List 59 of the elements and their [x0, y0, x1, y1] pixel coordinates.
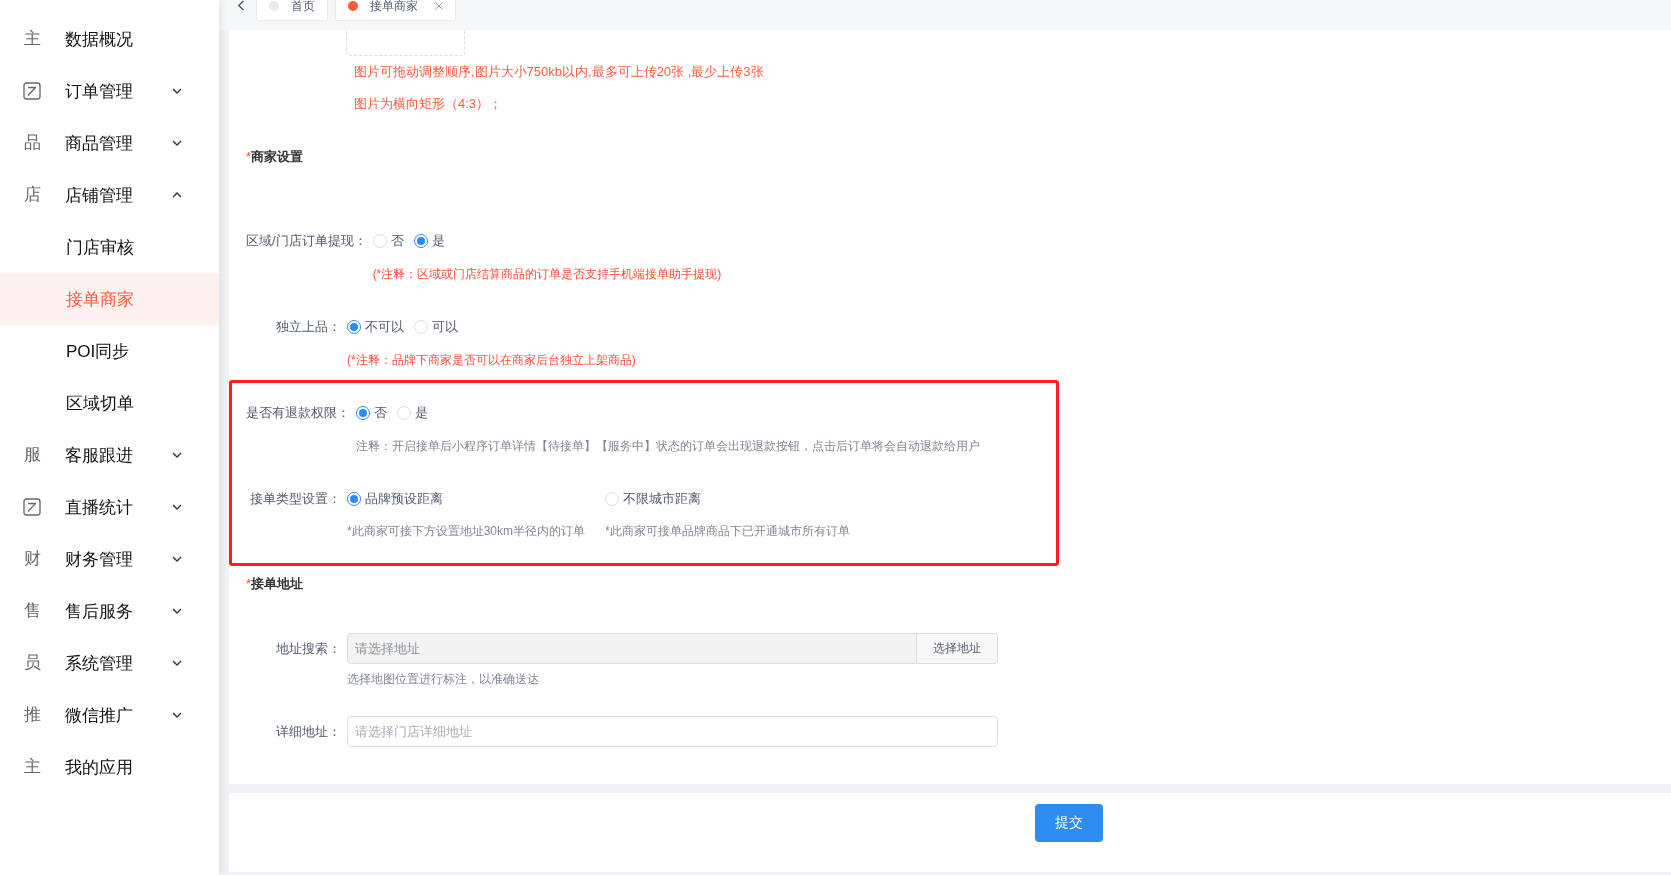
status-dot-icon	[348, 0, 358, 11]
radio-option[interactable]: 否	[372, 232, 404, 250]
field-note: (*注释：区域或门店结算商品的订单是否支持手机端接单助手提现)	[372, 266, 722, 283]
character-icon: 品	[23, 134, 41, 152]
tab[interactable]: 接单商家	[335, 0, 456, 21]
radio-option[interactable]: 是	[397, 404, 428, 422]
field-label: 独立上品：	[275, 318, 341, 336]
field-label: 接单类型设置：	[249, 490, 341, 508]
radio-icon[interactable]	[347, 320, 361, 334]
field-label: 地址搜索：	[275, 640, 341, 658]
upload-hint: 图片可拖动调整顺序,图片大小750kb以内,最多可上传20张 ,最少上传3张	[354, 63, 764, 81]
sidebar-item[interactable]: 财 财务管理	[0, 533, 219, 585]
field-note: (*注释：品牌下商家是否可以在商家后台独立上架商品)	[347, 352, 636, 369]
radio-icon[interactable]	[356, 406, 370, 420]
sidebar-item[interactable]: 员 系统管理	[0, 637, 219, 689]
sidebar-item[interactable]: 主 我的应用	[0, 741, 219, 793]
square-slash-icon	[23, 82, 41, 100]
address-detail-field[interactable]: 请选择门店详细地址	[347, 716, 998, 747]
sidebar-subitem[interactable]: POI同步	[0, 325, 219, 377]
field-label: 是否有退款权限：	[246, 404, 350, 422]
section-title: *接单地址	[246, 575, 304, 593]
radio-option[interactable]: 可以	[414, 318, 458, 336]
sidebar-subitem[interactable]: 区域切单	[0, 377, 219, 429]
sidebar-item[interactable]: 品 商品管理	[0, 117, 219, 169]
sidebar-subitem[interactable]: 门店审核	[0, 221, 219, 273]
sidebar-item[interactable]: 订单管理	[0, 65, 219, 117]
character-icon: 员	[23, 654, 41, 672]
character-icon: 主	[23, 30, 41, 48]
character-icon: 服	[23, 446, 41, 464]
square-slash-icon	[23, 498, 41, 516]
sidebar-item[interactable]: 直播统计	[0, 481, 219, 533]
character-icon: 售	[23, 602, 41, 620]
character-icon: 推	[23, 706, 41, 724]
sidebar-item[interactable]: 店 店铺管理	[0, 169, 219, 221]
field-note: 注释：开启接单后小程序订单详情【待接单】【服务中】状态的订单会出现退款按钮，点击后订单将会自动退款给用户	[356, 438, 980, 455]
option-note: *此商家可接下方设置地址30km半径内的订单	[347, 523, 585, 540]
radio-icon[interactable]	[347, 492, 361, 506]
chevron-left-icon[interactable]	[237, 0, 245, 11]
field-label: 区域/门店订单提现：	[246, 232, 367, 250]
field-label: 详细地址：	[275, 723, 341, 741]
tab[interactable]: 首页	[256, 0, 328, 21]
radio-option[interactable]: 是	[413, 232, 445, 250]
close-icon[interactable]	[435, 1, 443, 10]
upload-hint: 图片为横向矩形（4:3）；	[354, 95, 503, 113]
radio-option[interactable]: 不可以	[347, 318, 404, 336]
character-icon: 财	[23, 550, 41, 568]
radio-option[interactable]: 品牌预设距离	[347, 490, 443, 508]
radio-option[interactable]: 否	[356, 404, 387, 422]
sidebar-item[interactable]: 推 微信推广	[0, 689, 219, 741]
field-hint: 选择地图位置进行标注，以准确送达	[347, 671, 539, 688]
sidebar-item[interactable]: 售 售后服务	[0, 585, 219, 637]
character-icon: 店	[23, 186, 41, 204]
option-note: *此商家可接单品牌商品下已开通城市所有订单	[605, 523, 850, 540]
section-title: *商家设置	[246, 148, 304, 166]
radio-option[interactable]: 不限城市距离	[605, 490, 701, 508]
sidebar-item[interactable]: 主 数据概况	[0, 13, 219, 65]
radio-icon[interactable]	[413, 234, 428, 248]
sidebar-item[interactable]: 服 客服跟进	[0, 429, 219, 481]
character-icon: 主	[23, 758, 41, 776]
